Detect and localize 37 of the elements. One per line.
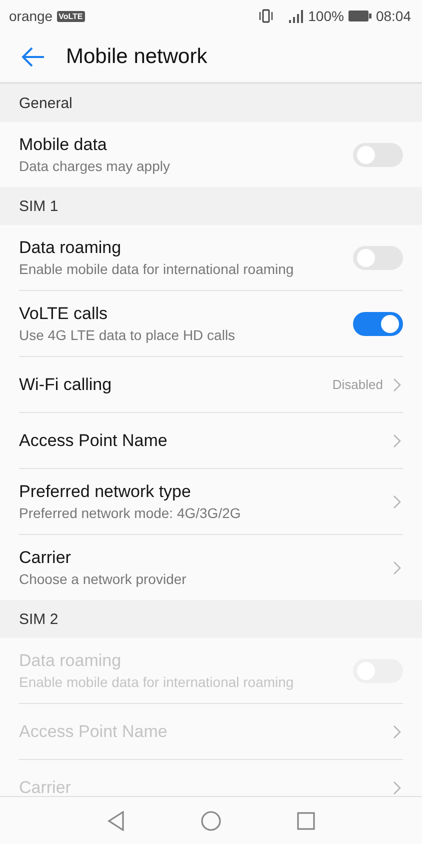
section-header: SIM 1	[0, 187, 422, 225]
back-icon[interactable]	[107, 810, 125, 830]
row-subtitle: Data charges may apply	[19, 158, 170, 174]
chevron-icon	[393, 378, 401, 392]
chevron-icon	[393, 724, 401, 738]
row-title: VoLTE calls	[19, 304, 108, 324]
toggle-switch[interactable]	[353, 312, 403, 336]
row-title: Wi-Fi calling	[19, 374, 112, 394]
row-subtitle: Use 4G LTE data to place HD calls	[19, 327, 236, 343]
section-header: General	[0, 84, 422, 122]
row-title: Carrier	[19, 548, 71, 568]
chevron-icon	[393, 434, 401, 448]
row-title: Mobile data	[19, 135, 107, 155]
vibrate-icon	[258, 9, 274, 23]
row-subtitle: Preferred network mode: 4G/3G/2G	[19, 505, 241, 521]
row-value: Disabled	[332, 377, 383, 392]
home-icon[interactable]	[201, 810, 221, 830]
battery-icon	[348, 10, 372, 22]
section-header: SIM 2	[0, 600, 422, 638]
clock: 08:04	[376, 8, 411, 24]
row-title: Access Point Name	[19, 430, 168, 450]
chevron-icon	[393, 560, 401, 574]
chevron-icon	[393, 780, 401, 794]
toggle-switch[interactable]	[353, 142, 403, 166]
toggle-switch[interactable]	[353, 246, 403, 270]
back-arrow-icon[interactable]	[21, 47, 45, 67]
row-subtitle: Choose a network provider	[19, 571, 186, 587]
carrier-name: orange	[9, 8, 53, 24]
row-title: Data roaming	[19, 238, 122, 258]
screen-title: Mobile network	[66, 45, 208, 69]
chevron-icon	[393, 494, 401, 508]
row-title: Preferred network type	[19, 482, 191, 502]
battery-percent: 100%	[308, 8, 344, 24]
row-subtitle: Enable mobile data for international roaming	[19, 261, 294, 277]
volte-badge: VoLTE	[56, 10, 85, 22]
recents-icon[interactable]	[297, 812, 315, 830]
signal-icon	[288, 10, 304, 22]
